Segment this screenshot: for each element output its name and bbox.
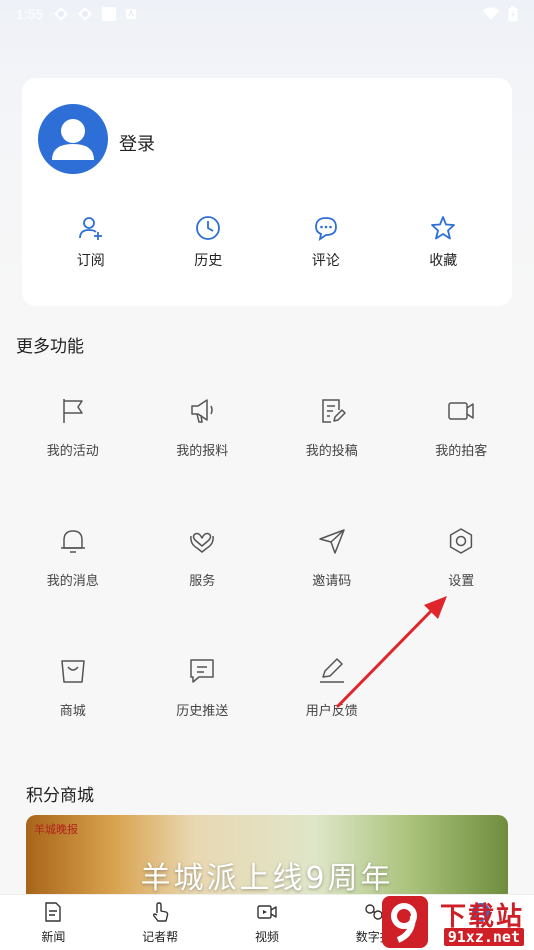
- menu-item-mall[interactable]: 商城: [8, 656, 138, 724]
- banner-brand-logo: 羊城晚报: [34, 823, 78, 836]
- nav-tab-reporter-help[interactable]: 记者帮: [115, 901, 205, 945]
- quick-action-comments[interactable]: 评论: [286, 214, 366, 270]
- more-functions-title: 更多功能: [16, 337, 84, 357]
- battery-icon: [508, 6, 518, 22]
- menu-item-label: 我的拍客: [435, 444, 488, 459]
- video-camera-icon: [448, 402, 474, 420]
- app-notification-icon: [126, 9, 137, 19]
- menu-item-label: 商城: [59, 704, 86, 719]
- menu-item-my-messages[interactable]: 我的消息: [8, 526, 138, 594]
- heart-hands-icon: [190, 532, 215, 553]
- quick-actions-row: 订阅 历史 评论 收藏: [22, 214, 512, 270]
- nav-tab-label: 视频: [254, 929, 279, 944]
- default-avatar-icon: [52, 119, 94, 160]
- quick-action-label: 历史: [194, 253, 223, 269]
- points-mall-banner[interactable]: 羊城晚报 羊城派上线9周年: [26, 815, 508, 895]
- quick-action-history[interactable]: 历史: [168, 214, 248, 270]
- megaphone-icon: [191, 399, 213, 423]
- quick-action-subscribe[interactable]: 订阅: [51, 214, 131, 270]
- hand-pointer-icon: [153, 901, 169, 922]
- menu-item-my-tips[interactable]: 我的报料: [138, 396, 268, 464]
- gear-icon: [450, 528, 473, 554]
- wifi-icon: [482, 7, 500, 20]
- points-mall-title: 积分商城: [26, 786, 94, 806]
- app-notification-icon: [78, 7, 93, 21]
- flag-icon: [63, 399, 83, 423]
- app-notification-icon: [54, 7, 69, 21]
- avatar[interactable]: [38, 104, 108, 174]
- menu-item-feedback[interactable]: 用户反馈: [267, 656, 397, 724]
- document-icon: [45, 901, 62, 922]
- menu-item-my-submissions[interactable]: 我的投稿: [267, 396, 397, 464]
- quick-action-label: 订阅: [76, 253, 105, 269]
- status-notification-icons: [53, 6, 137, 22]
- paper-plane-icon: [319, 529, 345, 554]
- status-time: 1:55: [16, 6, 44, 22]
- nav-tab-video[interactable]: 视频: [222, 901, 312, 945]
- quick-action-label: 评论: [311, 253, 340, 269]
- menu-item-label: 我的活动: [46, 444, 99, 459]
- shopping-bag-icon: [61, 660, 85, 683]
- edit-document-icon: [322, 399, 346, 423]
- message-lines-icon: [190, 659, 214, 683]
- menu-item-my-videos[interactable]: 我的拍客: [397, 396, 527, 464]
- watermark-logo: [382, 896, 428, 948]
- status-bar: 1:55: [0, 0, 534, 28]
- nav-tab-label: 记者帮: [142, 929, 179, 944]
- site-watermark: 下载站 91xz.net: [360, 894, 530, 950]
- menu-item-label: 服务: [189, 574, 216, 589]
- menu-item-push-history[interactable]: 历史推送: [138, 656, 268, 724]
- menu-item-label: 我的投稿: [305, 444, 358, 459]
- nav-tab-news[interactable]: 新闻: [8, 901, 98, 945]
- menu-item-my-activities[interactable]: 我的活动: [8, 396, 138, 464]
- video-icon: [257, 904, 277, 919]
- menu-item-settings[interactable]: 设置: [397, 526, 527, 594]
- pen-line-icon: [319, 658, 344, 683]
- menu-item-label: 设置: [448, 574, 475, 589]
- menu-item-label: 我的消息: [46, 574, 99, 589]
- menu-item-label: 用户反馈: [305, 704, 358, 719]
- menu-item-label: 历史推送: [176, 704, 229, 719]
- chat-bubble-icon: [314, 217, 337, 241]
- more-functions-grid: 我的活动 我的报料 我的投稿 我的拍客 我的消息 服务 邀请码 设置 商城 历史…: [8, 396, 526, 724]
- profile-card: 登录 订阅 历史 评论 收藏: [22, 78, 512, 306]
- bell-icon: [60, 530, 85, 553]
- banner-headline: 羊城派上线9周年: [140, 861, 394, 895]
- star-icon: [431, 216, 456, 240]
- watermark-url: 91xz.net: [443, 928, 524, 946]
- menu-item-services[interactable]: 服务: [138, 526, 268, 594]
- menu-item-label: 我的报料: [176, 444, 229, 459]
- nav-tab-label: 新闻: [41, 929, 66, 944]
- quick-action-favorites[interactable]: 收藏: [403, 214, 483, 270]
- quick-action-label: 收藏: [429, 253, 458, 269]
- login-link[interactable]: 登录: [119, 130, 155, 156]
- menu-item-invite-code[interactable]: 邀请码: [267, 526, 397, 594]
- menu-item-label: 邀请码: [312, 574, 352, 589]
- clock-icon: [196, 216, 221, 240]
- user-plus-icon: [78, 217, 102, 240]
- app-notification-icon: [102, 7, 117, 21]
